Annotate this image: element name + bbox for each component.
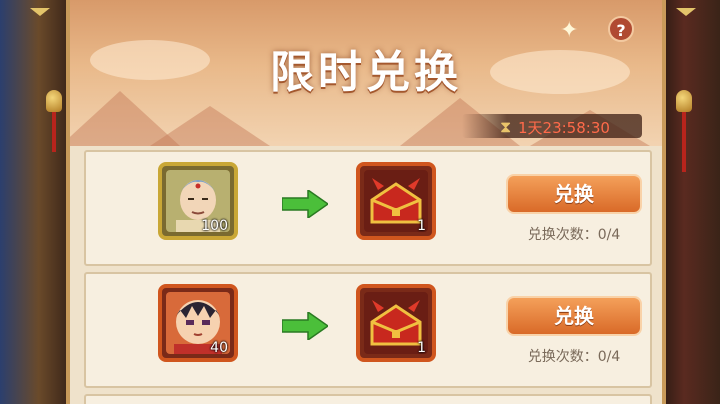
game-scene: ✦ 限时兑换 ? ⧗ 1天23:58:30 100 1 兑换 兑换次数：0/4 …: [0, 0, 720, 404]
exchange-button[interactable]: 兑换: [506, 296, 642, 336]
arrow-right-icon: [282, 190, 328, 218]
countdown-timer: 1天23:58:30: [518, 119, 610, 137]
cost-item-slot[interactable]: 40: [158, 284, 238, 362]
cost-item-slot[interactable]: 100: [158, 162, 238, 240]
hourglass-icon: ⧗: [500, 117, 512, 136]
item-count: 1: [417, 340, 426, 356]
bell-icon: [46, 90, 62, 112]
exchange-limit-text: 兑换次数：0/4: [527, 227, 621, 243]
tassel-decoration: [52, 112, 56, 152]
exchange-panel: ✦ 限时兑换 ? ⧗ 1天23:58:30 100 1 兑换 兑换次数：0/4 …: [66, 0, 666, 404]
arrow-right-icon: [282, 312, 328, 340]
exchange-button[interactable]: 兑换: [506, 174, 642, 214]
item-count: 100: [201, 218, 228, 234]
title-banner: ✦ 限时兑换 ? ⧗ 1天23:58:30: [70, 0, 662, 146]
right-background: [660, 0, 720, 404]
exchange-limit-text: 兑换次数：0/4: [527, 349, 621, 365]
page-title: 限时兑换: [270, 47, 462, 98]
exchange-row: [84, 394, 652, 404]
exchange-row: 100 1 兑换 兑换次数：0/4: [84, 150, 652, 266]
bell-icon: [676, 90, 692, 112]
left-background: [0, 0, 70, 404]
reward-item-slot[interactable]: 1: [356, 162, 436, 240]
item-count: 40: [210, 340, 228, 356]
exchange-row: 40 1 兑换 兑换次数：0/4: [84, 272, 652, 388]
help-button[interactable]: ?: [608, 16, 634, 42]
mountain-decoration: [150, 106, 270, 146]
item-count: 1: [417, 218, 426, 234]
tassel-decoration: [682, 112, 686, 172]
reward-item-slot[interactable]: 1: [356, 284, 436, 362]
chevron-decoration: [676, 8, 696, 16]
chevron-decoration: [30, 8, 50, 16]
